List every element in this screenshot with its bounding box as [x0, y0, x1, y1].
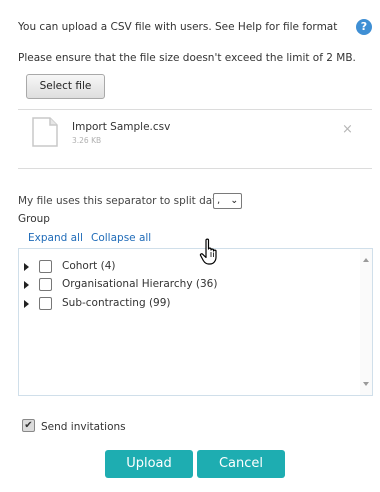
cancel-button[interactable]: Cancel [197, 450, 285, 478]
group-label: Group [18, 213, 50, 225]
tree-item-checkbox[interactable] [39, 278, 52, 291]
separator-label: My file uses this separator to split dat… [18, 195, 223, 207]
select-file-button[interactable]: Select file [26, 74, 105, 99]
scroll-up-icon[interactable] [363, 258, 369, 262]
collapse-all-link[interactable]: Collapse all [91, 232, 151, 244]
send-invitations-checkbox[interactable]: ✔ [22, 419, 35, 432]
send-invitations-label: Send invitations [41, 421, 126, 433]
tree-item-label: Cohort (4) [62, 260, 116, 272]
expand-arrow-icon[interactable] [24, 300, 29, 308]
file-size: 3.26 KB [72, 136, 102, 145]
upload-button[interactable]: Upload [105, 450, 193, 478]
expand-arrow-icon[interactable] [24, 281, 29, 289]
tree-item-label: Organisational Hierarchy (36) [62, 278, 218, 290]
file-icon [32, 117, 58, 147]
scrollbar[interactable] [360, 249, 372, 395]
tree-item-label: Sub-contracting (99) [62, 297, 171, 309]
expand-arrow-icon[interactable] [24, 263, 29, 271]
upload-info-text: You can upload a CSV file with users. Se… [18, 21, 338, 33]
divider [18, 168, 372, 169]
tree-item-checkbox[interactable] [39, 260, 52, 273]
help-icon[interactable]: ? [356, 19, 372, 35]
hand-cursor-icon [199, 238, 217, 265]
separator-value: , [217, 195, 221, 206]
file-size-notice: Please ensure that the file size doesn't… [18, 52, 356, 64]
remove-file-icon[interactable]: × [342, 123, 353, 137]
separator-select[interactable]: , ⌄ [213, 193, 242, 209]
expand-all-link[interactable]: Expand all [28, 232, 83, 244]
tree-item-checkbox[interactable] [39, 297, 52, 310]
scroll-down-icon[interactable] [363, 382, 369, 386]
chevron-down-icon: ⌄ [230, 196, 238, 206]
divider [18, 109, 372, 110]
group-tree[interactable]: Cohort (4) Organisational Hierarchy (36)… [18, 248, 373, 396]
file-name: Import Sample.csv [72, 121, 171, 133]
